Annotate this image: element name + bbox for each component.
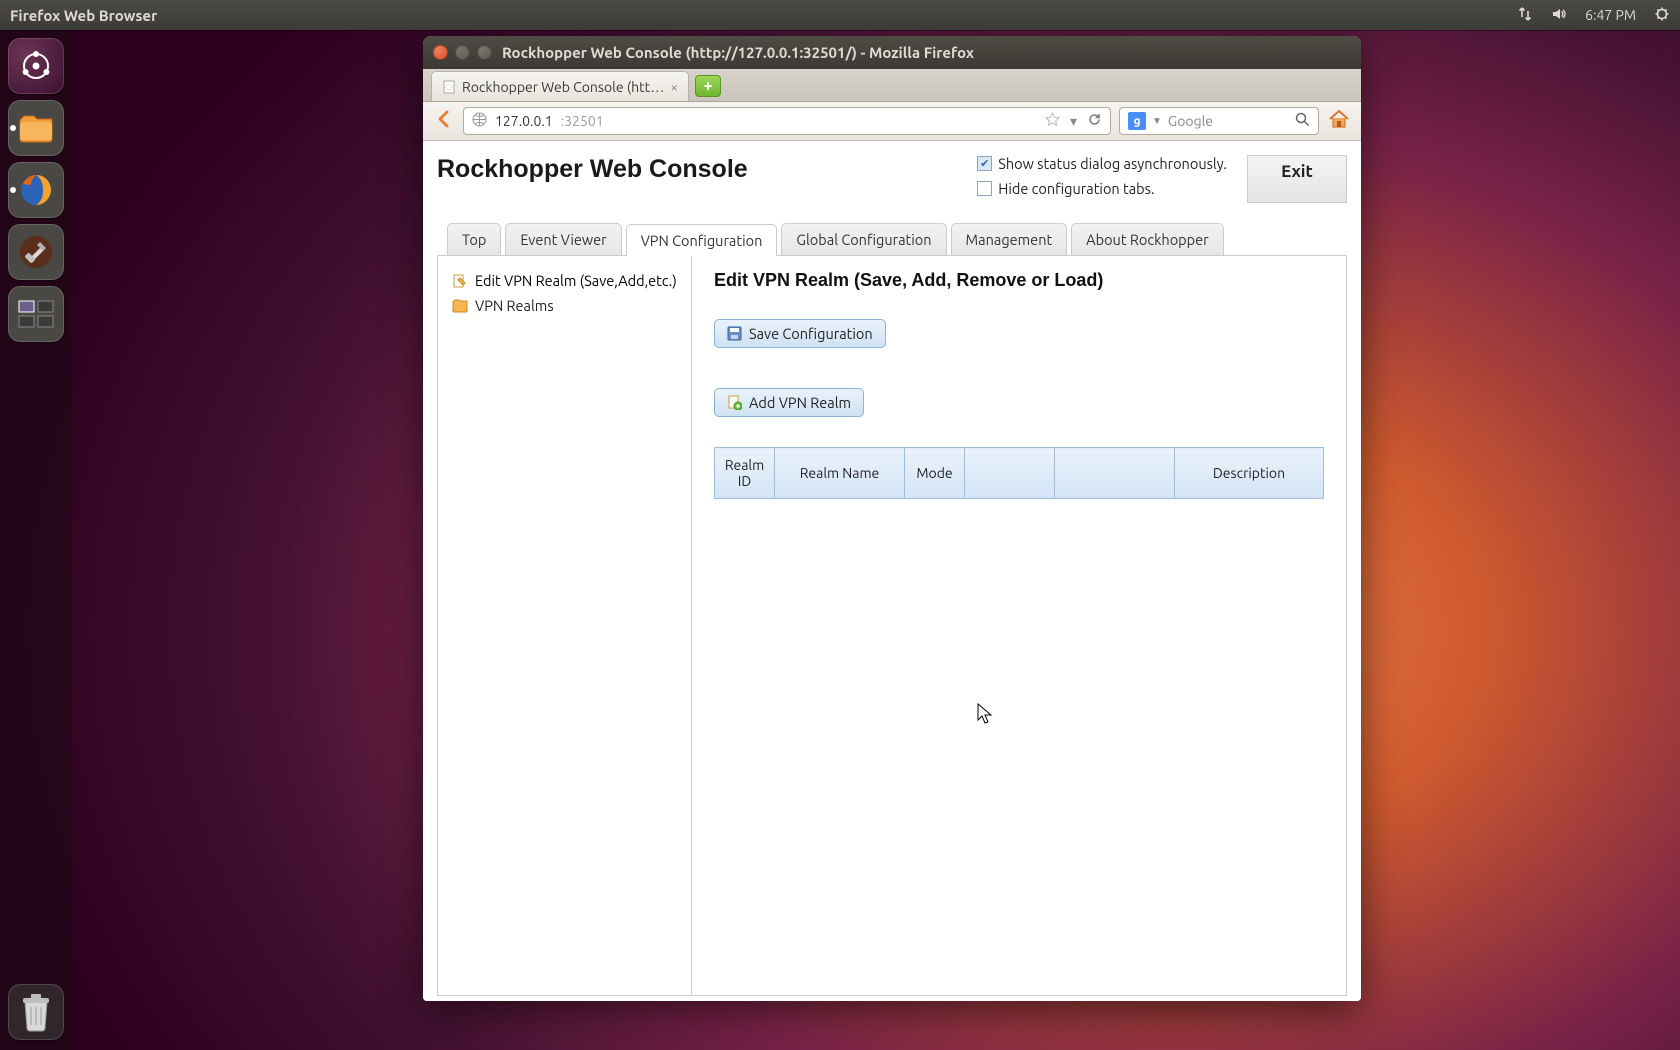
search-engine-dropdown-icon[interactable]: ▼: [1152, 115, 1162, 127]
mouse-cursor: [977, 703, 995, 727]
new-tab-button[interactable]: +: [695, 75, 721, 97]
options-panel: Show status dialog asynchronously. Hide …: [977, 155, 1227, 205]
col-blank-1[interactable]: [965, 448, 1055, 499]
sidebar-item-label: Edit VPN Realm (Save,Add,etc.): [475, 272, 677, 289]
active-app-title: Firefox Web Browser: [10, 7, 1517, 24]
col-blank-2[interactable]: [1055, 448, 1175, 499]
home-button[interactable]: [1327, 107, 1351, 135]
page-title: Rockhopper Web Console: [437, 155, 748, 184]
opt-async-label: Show status dialog asynchronously.: [998, 155, 1227, 172]
bookmark-star-icon[interactable]: [1045, 112, 1060, 130]
launcher-workspace[interactable]: [8, 286, 64, 342]
browser-tab[interactable]: Rockhopper Web Console (htt… ×: [431, 71, 689, 101]
unity-top-panel: Firefox Web Browser 6:47 PM: [0, 0, 1680, 30]
browser-navbar: 127.0.0.1 :32501 ▾ g ▼ Google: [423, 102, 1361, 141]
window-minimize-button[interactable]: [455, 45, 470, 60]
opt-hide-label: Hide configuration tabs.: [998, 180, 1154, 197]
col-realm-name[interactable]: Realm Name: [775, 448, 905, 499]
opt-hide[interactable]: Hide configuration tabs.: [977, 180, 1227, 197]
window-maximize-button[interactable]: [477, 45, 492, 60]
running-indicator: [10, 187, 16, 193]
sidebar: Edit VPN Realm (Save,Add,etc.) VPN Realm…: [438, 256, 692, 995]
window-title: Rockhopper Web Console (http://127.0.0.1…: [502, 44, 974, 61]
tab-about[interactable]: About Rockhopper: [1071, 223, 1223, 255]
tab-vpn-configuration[interactable]: VPN Configuration: [626, 224, 778, 256]
search-bar[interactable]: g ▼ Google: [1119, 107, 1319, 135]
url-port: :32501: [561, 113, 604, 129]
folder-icon: [452, 298, 468, 314]
window-close-button[interactable]: [433, 45, 448, 60]
launcher-files[interactable]: [8, 100, 64, 156]
sidebar-item-label: VPN Realms: [475, 297, 554, 314]
browser-tabbar: Rockhopper Web Console (htt… × +: [423, 69, 1361, 102]
pane-heading: Edit VPN Realm (Save, Add, Remove or Loa…: [714, 270, 1324, 291]
tab-global-configuration[interactable]: Global Configuration: [781, 223, 946, 255]
launcher-trash[interactable]: [8, 984, 64, 1040]
nav-back-button[interactable]: [433, 108, 455, 134]
col-realm-id[interactable]: Realm ID: [715, 448, 775, 499]
unity-launcher: [0, 30, 72, 1050]
search-icon[interactable]: [1295, 112, 1310, 130]
main-pane: Edit VPN Realm (Save, Add, Remove or Loa…: [692, 256, 1346, 995]
tab-close-icon[interactable]: ×: [670, 79, 678, 95]
running-indicator: [10, 125, 16, 131]
sidebar-item-vpn-realms[interactable]: VPN Realms: [448, 293, 681, 318]
save-configuration-button[interactable]: Save Configuration: [714, 319, 886, 348]
search-engine-icon[interactable]: g: [1128, 112, 1146, 130]
dropdown-history-icon[interactable]: ▾: [1070, 113, 1077, 130]
search-placeholder: Google: [1168, 113, 1213, 129]
col-description[interactable]: Description: [1175, 448, 1324, 499]
checkbox-icon[interactable]: [977, 181, 992, 196]
site-identity-icon[interactable]: [472, 112, 487, 130]
dash-button[interactable]: [8, 38, 64, 94]
edit-icon: [452, 273, 468, 289]
realm-table: Realm ID Realm Name Mode Description: [714, 447, 1324, 499]
page-icon: [442, 80, 456, 94]
indicator-area: 6:47 PM: [1517, 6, 1670, 25]
sound-icon[interactable]: [1551, 6, 1567, 25]
session-icon[interactable]: [1654, 6, 1670, 25]
url-host: 127.0.0.1: [495, 113, 553, 129]
opt-async[interactable]: Show status dialog asynchronously.: [977, 155, 1227, 172]
launcher-settings[interactable]: [8, 224, 64, 280]
url-bar[interactable]: 127.0.0.1 :32501 ▾: [463, 107, 1111, 135]
launcher-firefox[interactable]: [8, 162, 64, 218]
page-content: Rockhopper Web Console Show status dialo…: [423, 141, 1361, 1001]
checkbox-icon[interactable]: [977, 156, 992, 171]
tab-top[interactable]: Top: [447, 223, 501, 255]
window-titlebar[interactable]: Rockhopper Web Console (http://127.0.0.1…: [423, 36, 1361, 69]
tab-management[interactable]: Management: [951, 223, 1068, 255]
firefox-window: Rockhopper Web Console (http://127.0.0.1…: [423, 36, 1361, 1001]
add-icon: [727, 395, 742, 410]
reload-icon[interactable]: [1087, 112, 1102, 130]
exit-button[interactable]: Exit: [1247, 155, 1347, 203]
tab-label: Rockhopper Web Console (htt…: [462, 79, 664, 95]
tab-event-viewer[interactable]: Event Viewer: [505, 223, 621, 255]
add-vpn-realm-button[interactable]: Add VPN Realm: [714, 388, 864, 417]
col-mode[interactable]: Mode: [905, 448, 965, 499]
config-tabstrip: Top Event Viewer VPN Configuration Globa…: [437, 223, 1347, 256]
network-icon[interactable]: [1517, 6, 1533, 25]
sidebar-item-edit-realm[interactable]: Edit VPN Realm (Save,Add,etc.): [448, 268, 681, 293]
save-icon: [727, 326, 742, 341]
tab-content: Edit VPN Realm (Save,Add,etc.) VPN Realm…: [437, 256, 1347, 996]
clock[interactable]: 6:47 PM: [1585, 7, 1636, 23]
